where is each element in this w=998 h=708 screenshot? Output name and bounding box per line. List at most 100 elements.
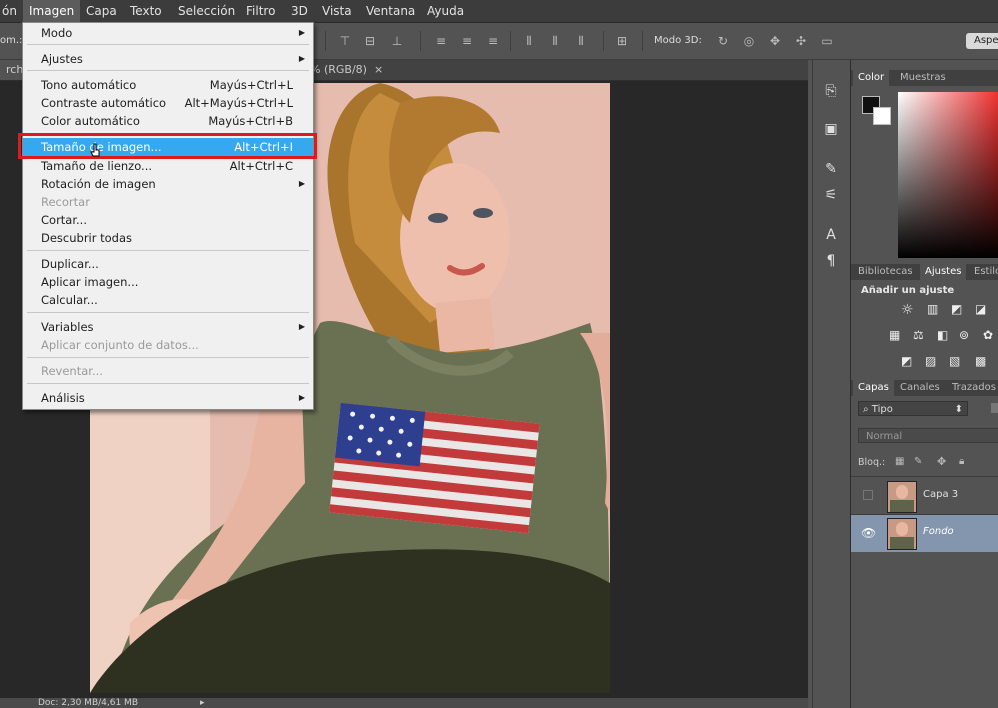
vibrance-icon[interactable]: ▦ [889,328,900,342]
submenu-arrow-icon: ▶ [298,322,305,331]
tab-color[interactable]: Color [853,70,890,86]
menu-ventana[interactable]: Ventana [360,0,421,22]
menu-item-color-automatico[interactable]: Color automático Mayús+Ctrl+B [23,112,313,130]
menu-filtro[interactable]: Filtro [240,0,281,22]
filter-image-icon[interactable] [991,403,998,413]
distribute-top-icon[interactable]: ≡ [434,34,448,48]
curves-icon[interactable]: ◩ [951,302,962,316]
channel-mixer-icon[interactable]: ✿ [983,328,993,342]
background-color-swatch[interactable] [873,107,891,125]
distribute-vcenter-icon[interactable]: ≡ [460,34,474,48]
menu-texto[interactable]: Texto [124,0,168,22]
menu-item-label: Descubrir todas [41,231,133,245]
balance-icon[interactable]: ⚖ [913,328,924,342]
menu-item-aplicar-conjunto-datos[interactable]: Aplicar conjunto de datos... [23,336,313,354]
menu-item-label: Análisis [41,391,85,405]
menu-3d[interactable]: 3D [285,0,314,22]
distribute-bottom-icon[interactable]: ≡ [486,34,500,48]
drag-3d-icon[interactable]: ✥ [768,34,782,48]
lock-pixels-icon[interactable]: ✎ [914,456,922,467]
menu-item-analisis[interactable]: Análisis ▶ [23,389,313,407]
menu-item-contraste-automatico[interactable]: Contraste automático Alt+Mayús+Ctrl+L [23,94,313,112]
brush-icon[interactable]: ⚟ [822,186,840,204]
tab-capas[interactable]: Capas [853,380,894,396]
blend-mode-select[interactable]: Normal [858,428,998,443]
layer-row-selected[interactable]: 👁︎ Fondo [851,515,998,552]
menu-item-label: Aplicar imagen... [41,275,139,289]
menu-item-ajustes[interactable]: Ajustes ▶ [23,50,313,68]
tab-trazados[interactable]: Trazados [947,380,998,396]
distribute-right-icon[interactable]: ⫴ [574,34,588,48]
photo-filter-icon[interactable]: ⊚ [959,328,969,342]
lock-transparent-icon[interactable]: ▦ [895,456,904,467]
menu-item-rotacion-imagen[interactable]: Rotación de imagen ▶ [23,175,313,193]
menu-item-tamano-lienzo[interactable]: Tamaño de lienzo... Alt+Ctrl+C [23,157,313,175]
selective-color-icon[interactable]: ▩ [975,354,986,368]
menu-imagen[interactable]: Imagen [23,0,81,22]
options-label: om.: [0,35,23,46]
layer-filter-select[interactable]: ⌕ Tipo ⬍ [858,401,968,416]
roll-3d-icon[interactable]: ◎ [742,34,756,48]
tab-estilos[interactable]: Estilo [969,264,998,280]
visibility-toggle[interactable] [863,490,873,500]
history-icon[interactable]: ⎘ [822,82,840,100]
character-icon[interactable]: A [822,226,840,244]
tab-canales[interactable]: Canales [895,380,945,396]
thumb-face [896,485,908,499]
menu-item-reventar[interactable]: Reventar... [23,362,313,380]
panel-icon-strip: ⎘ ▣ ✎ ⚟ A ¶ [812,60,849,708]
exposure-icon[interactable]: ◪ [975,302,986,316]
lock-position-icon[interactable]: ✥ [937,455,946,468]
brightness-icon[interactable]: ☼ [901,302,914,318]
menu-edicion[interactable]: ón [0,0,23,22]
menu-item-duplicar[interactable]: Duplicar... [23,255,313,273]
essentials-button[interactable]: Aspe [966,33,998,49]
menu-item-descubrir-todas[interactable]: Descubrir todas [23,229,313,247]
menu-item-calcular[interactable]: Calcular... [23,291,313,309]
brush-presets-icon[interactable]: ✎ [822,160,840,178]
actions-icon[interactable]: ▣ [822,120,840,138]
tab-muestras[interactable]: Muestras [895,70,951,86]
bw-icon[interactable]: ◧ [937,328,948,342]
scale-3d-icon[interactable]: ▭ [820,34,834,48]
menu-ayuda[interactable]: Ayuda [421,0,470,22]
posterize-icon[interactable]: ▨ [925,354,936,368]
menu-item-label: Recortar [41,195,90,209]
align-vcenter-icon[interactable]: ⊟ [363,34,377,48]
menu-item-shortcut: Mayús+Ctrl+L [209,78,293,92]
invert-icon[interactable]: ◩ [901,354,912,368]
tab-ajustes[interactable]: Ajustes [920,264,967,280]
distribute-left-icon[interactable]: ⫴ [522,34,536,48]
levels-icon[interactable]: ▥ [927,302,938,316]
menu-item-modo[interactable]: Modo ▶ [23,24,313,42]
menu-capa[interactable]: Capa [80,0,123,22]
thumb-shirt [890,500,914,512]
status-arrow-icon[interactable]: ▸ [200,698,205,708]
menu-separator [27,250,309,251]
close-tab-icon[interactable]: × [374,60,383,80]
menu-vista[interactable]: Vista [316,0,358,22]
layer-filter-value: Tipo [871,404,893,415]
menu-item-cortar[interactable]: Cortar... [23,211,313,229]
lock-all-icon[interactable]: 🔒︎ [959,456,964,467]
menu-seleccion[interactable]: Selección [172,0,241,22]
menu-item-label: Modo [41,26,73,40]
status-bar: Doc: 2,30 MB/4,61 MB ▸ [0,698,808,708]
color-spectrum[interactable] [898,92,998,258]
align-top-icon[interactable]: ⊤ [338,34,352,48]
tab-bibliotecas[interactable]: Bibliotecas [853,264,918,280]
menu-item-recortar[interactable]: Recortar [23,193,313,211]
layer-row[interactable]: Capa 3 [851,478,998,514]
distribute-hcenter-icon[interactable]: ⫴ [548,34,562,48]
eye-icon[interactable]: 👁︎ [861,526,876,540]
paragraph-icon[interactable]: ¶ [822,252,840,270]
menu-item-tono-automatico[interactable]: Tono automático Mayús+Ctrl+L [23,76,313,94]
submenu-arrow-icon: ▶ [298,28,305,37]
threshold-icon[interactable]: ▧ [949,354,960,368]
rotate-3d-icon[interactable]: ↻ [716,34,730,48]
align-bottom-icon[interactable]: ⊥ [390,34,404,48]
auto-align-icon[interactable]: ⊞ [615,34,629,48]
menu-item-aplicar-imagen[interactable]: Aplicar imagen... [23,273,313,291]
slide-3d-icon[interactable]: ✣ [794,34,808,48]
menu-item-variables[interactable]: Variables ▶ [23,318,313,336]
